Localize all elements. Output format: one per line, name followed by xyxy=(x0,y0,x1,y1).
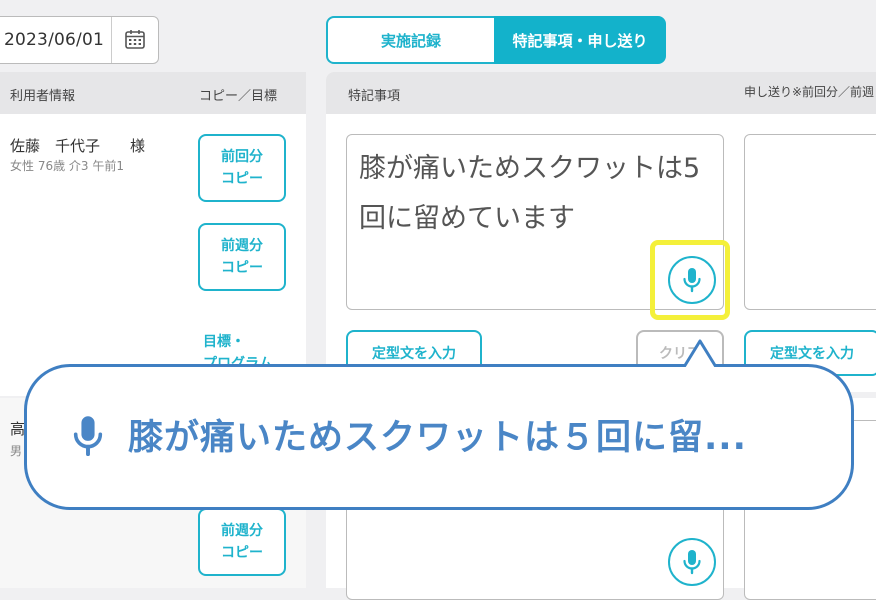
header-handover: 申し送り※前回分／前週 xyxy=(744,85,875,99)
tab-notes-handover[interactable]: 特記事項・申し送り xyxy=(494,16,666,64)
prev-week-copy-button[interactable]: 前週分 コピー xyxy=(198,223,286,291)
date-value[interactable]: 2023/06/01 xyxy=(4,30,104,50)
microphone-icon xyxy=(68,413,108,463)
button-label-line1: 前週分 xyxy=(221,238,263,254)
handover-textarea[interactable] xyxy=(744,134,876,310)
mic-button-2[interactable] xyxy=(668,538,716,586)
tab-implementation-record[interactable]: 実施記録 xyxy=(326,16,494,64)
mic-highlight xyxy=(650,240,730,320)
header-user-info: 利用者情報 xyxy=(10,89,76,104)
header-notes: 特記事項 xyxy=(348,89,401,104)
user-name-2: 高 xyxy=(10,420,26,438)
user-meta-2: 男 xyxy=(10,444,23,458)
button-label-line2: コピー xyxy=(221,171,263,187)
user-meta: 女性 76歳 介3 午前1 xyxy=(10,159,124,173)
button-label-line2: コピー xyxy=(221,260,263,276)
callout-text: 膝が痛いためスクワットは５回に留... xyxy=(128,418,747,458)
button-label-line2: コピー xyxy=(221,545,263,561)
header-copy-goal: コピー／目標 xyxy=(199,89,278,104)
prev-copy-button[interactable]: 前回分 コピー xyxy=(198,134,286,202)
user-name: 佐藤 千代子 様 xyxy=(10,137,146,155)
link-label-line1: 目標・ xyxy=(203,334,245,350)
button-label-line1: 前回分 xyxy=(221,149,263,165)
prev-week-copy-button-2[interactable]: 前週分 コピー xyxy=(198,508,286,576)
notes-text: 膝が痛いためスクワットは5回に留めています xyxy=(359,153,701,234)
calendar-icon[interactable] xyxy=(124,28,146,50)
divider xyxy=(111,17,112,63)
microphone-icon xyxy=(683,550,701,575)
callout-pointer xyxy=(660,339,740,368)
button-label-line1: 前週分 xyxy=(221,523,263,539)
